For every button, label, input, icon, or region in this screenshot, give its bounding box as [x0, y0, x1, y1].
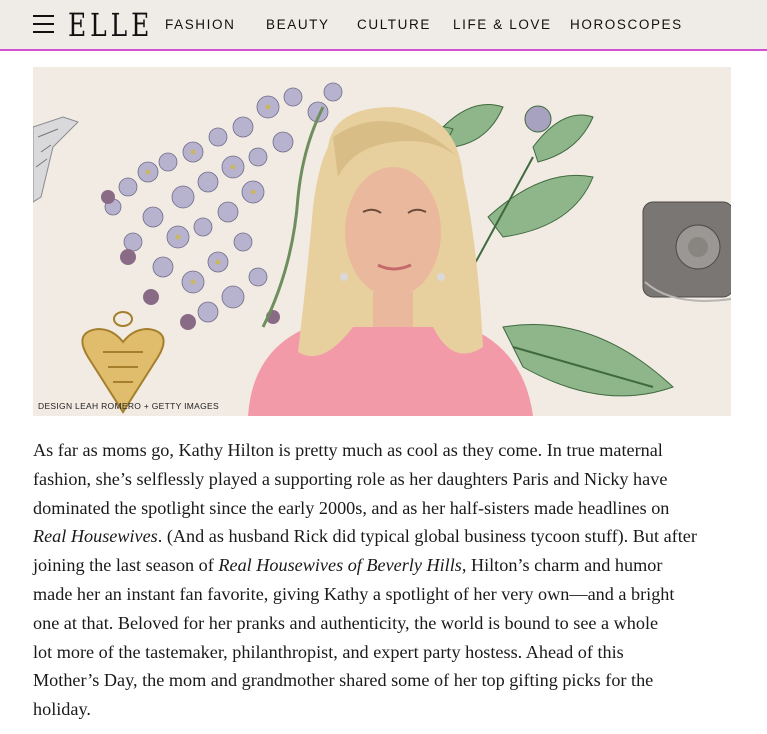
- crystal-glass-image: [33, 116, 79, 203]
- article-line: As far as moms go, Kathy Hilton is prett…: [33, 440, 663, 460]
- photo-credit: DESIGN LEAH ROMERO + GETTY IMAGES: [38, 401, 219, 411]
- portrait-woman-image: [248, 107, 533, 416]
- article-line: dominated the spotlight since the early …: [33, 497, 670, 518]
- hero-image: DESIGN LEAH ROMERO + GETTY IMAGES: [33, 67, 731, 416]
- nav-life-and-love[interactable]: LIFE & LOVE: [453, 17, 552, 32]
- site-header: ELLE FASHION BEAUTY CULTURE LIFE & LOVE …: [0, 0, 767, 51]
- article-body: As far as moms go, Kathy Hilton is prett…: [33, 436, 733, 724]
- gold-heart-pendant-image: [81, 311, 165, 414]
- clutch-bag-image: [642, 201, 731, 302]
- article-line: Mother’s Day, the mom and grandmother sh…: [33, 670, 654, 691]
- nav-beauty[interactable]: BEAUTY: [266, 17, 330, 32]
- article-line: one at that. Beloved for her pranks and …: [33, 612, 659, 633]
- article-line: joining the last season of Real Housewiv…: [33, 555, 663, 576]
- nav-culture[interactable]: CULTURE: [357, 17, 431, 32]
- article-line: lot more of the tastemaker, philanthropi…: [33, 641, 624, 662]
- nav-fashion[interactable]: FASHION: [165, 17, 235, 32]
- nav-horoscopes[interactable]: HOROSCOPES: [570, 17, 683, 32]
- article-line: holiday.: [33, 699, 91, 720]
- article-line: Real Housewives. (And as husband Rick di…: [33, 526, 697, 547]
- article-line: fashion, she’s selflessly played a suppo…: [33, 468, 668, 489]
- hamburger-menu-icon[interactable]: [33, 14, 54, 34]
- show-title-italic: Real Housewives of Beverly Hills: [218, 555, 462, 576]
- show-title-italic: Real Housewives: [33, 526, 158, 547]
- article-line: made her an instant fan favorite, giving…: [33, 583, 675, 604]
- hero-collage-illustration: [33, 82, 731, 416]
- elle-logo[interactable]: ELLE: [68, 5, 153, 45]
